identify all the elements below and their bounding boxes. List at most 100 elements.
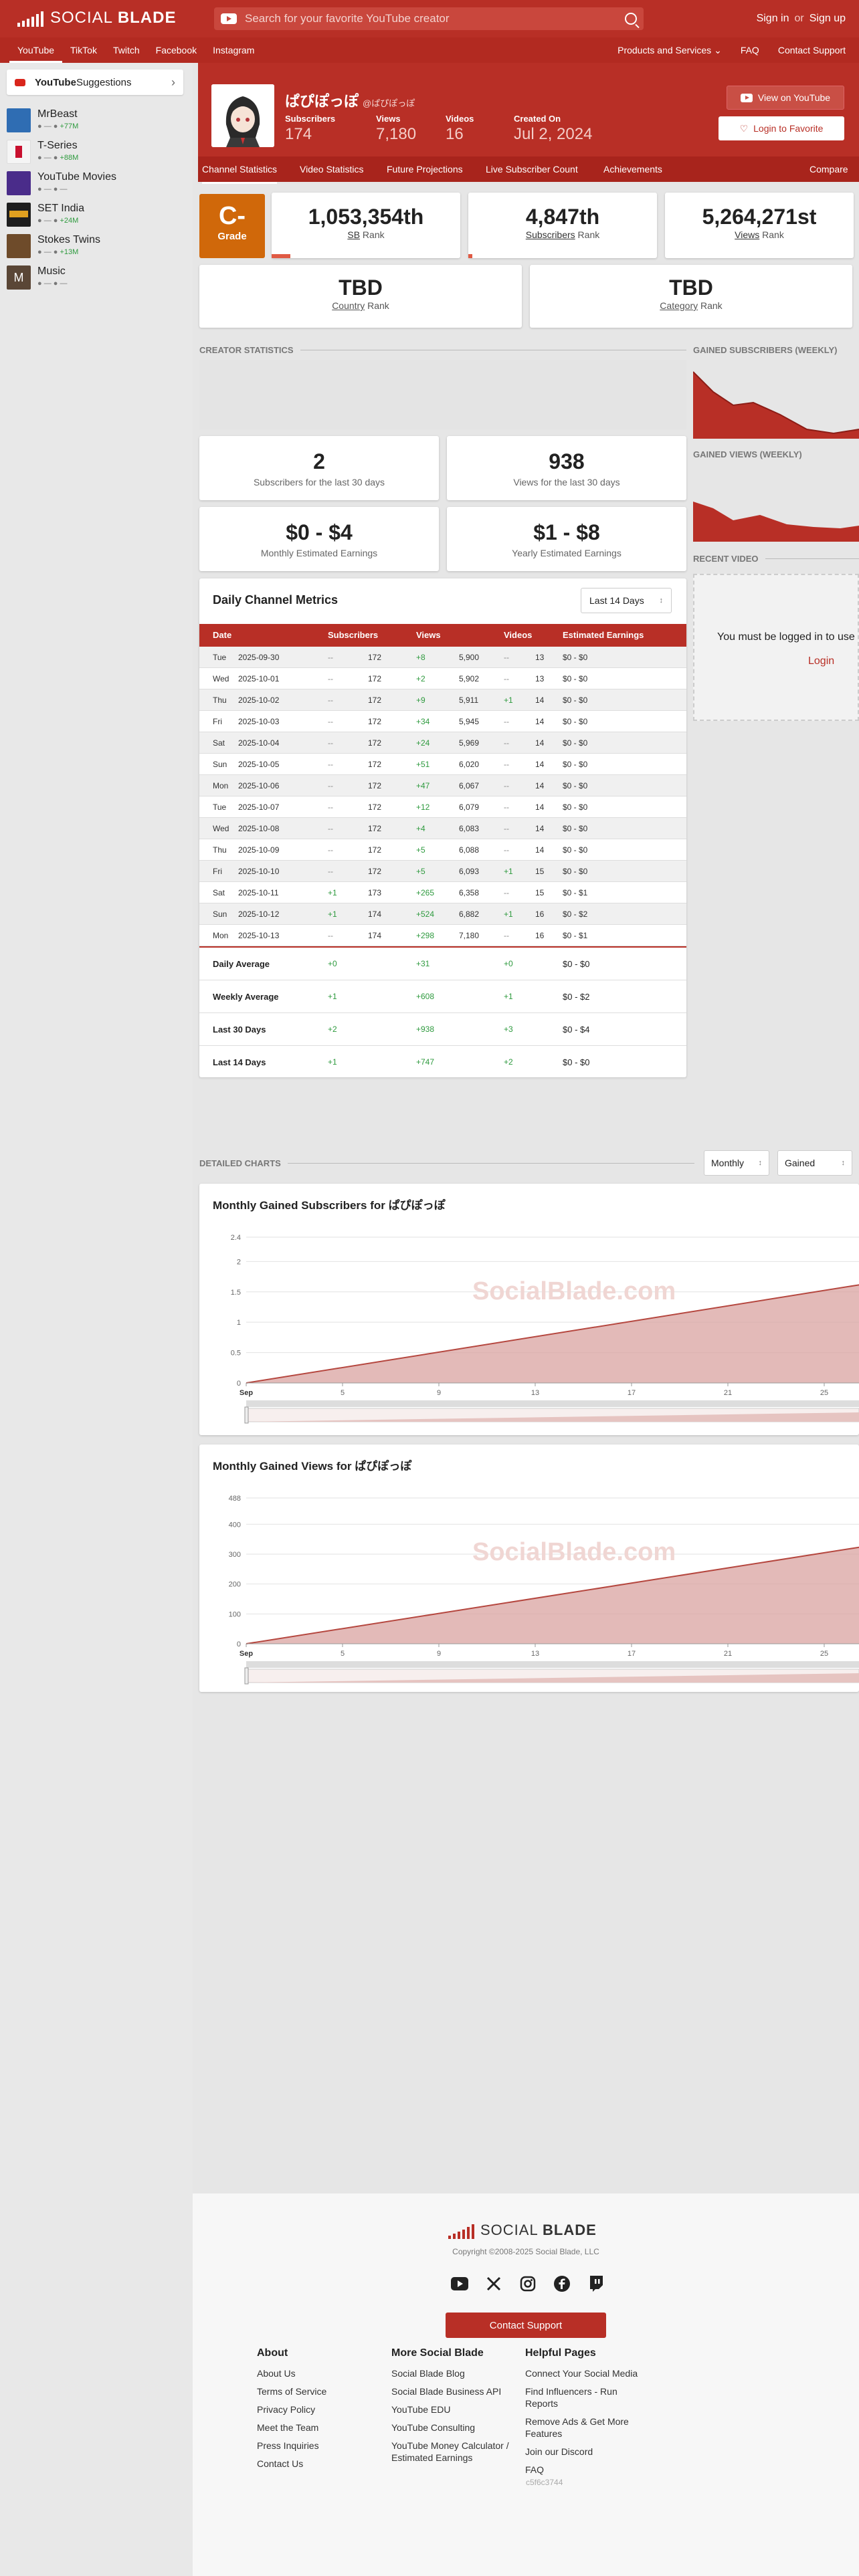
table-cell: $0 - $1 [563,931,588,940]
stat-subscribers: Subscribers 174 [285,114,336,143]
sidebar-item-mrbeast[interactable]: MrBeast ● — ● +77M [7,108,187,138]
sidebar-item-music[interactable]: M Music ● — ● — [7,265,187,295]
footer-link[interactable]: Find Influencers - Run Reports [525,2385,652,2409]
average-row: Weekly Average +1 +608 +1 $0 - $2 [199,980,686,1013]
footer-link[interactable]: FAQ [525,2464,652,2476]
nav-tiktok[interactable]: TikTok [62,37,105,63]
table-cell: 2025-10-04 [238,738,280,748]
table-header: Date Subscribers Views Videos Estimated … [199,624,686,647]
table-cell: 2025-10-07 [238,802,280,812]
stat-videos: Videos 16 [446,114,474,143]
search-input[interactable]: Search for your favorite YouTube creator [245,12,625,25]
footer-link[interactable]: YouTube EDU [391,2403,518,2416]
sidebar-item-youtube-movies[interactable]: YouTube Movies ● — ● — [7,171,187,201]
footer-link[interactable]: Contact Us [257,2458,384,2470]
view-on-youtube-button[interactable]: View on YouTube [727,86,844,110]
range-select[interactable]: Last 14 Days ↕ [581,588,672,613]
search-bar[interactable]: Search for your favorite YouTube creator [214,7,644,30]
footer-link[interactable]: Social Blade Blog [391,2367,518,2379]
nav-faq[interactable]: FAQ [741,37,759,63]
sign-up-link[interactable]: Sign up [809,13,846,25]
sidebar-item-meta: ● — ● +24M [37,217,79,225]
table-cell: 172 [368,867,382,876]
table-cell: -- [328,867,333,876]
tab-video-statistics[interactable]: Video Statistics [300,156,363,182]
table-cell: -- [328,781,333,790]
footer-link[interactable]: Social Blade Business API [391,2385,518,2397]
profile-header: ぱぴぽっぽ @ぱぴぽっぽ Subscribers 174 Views 7,180 Vi… [198,63,859,156]
footer-link[interactable]: Terms of Service [257,2385,384,2397]
y-tick-label: 488 [229,1495,241,1503]
y-tick-label: 0 [237,1380,241,1388]
table-cell: -- [328,717,333,726]
footer-link[interactable]: Press Inquiries [257,2440,384,2452]
footer-link[interactable]: YouTube Money Calculator / Estimated Ear… [391,2440,518,2464]
sidebar-item-t-series[interactable]: T-Series ● — ● +88M [7,140,187,169]
country-rank-card: TBD Country Rank [199,265,522,328]
mode-select[interactable]: Gained ↕ [777,1150,852,1176]
tab-live-subscriber-count[interactable]: Live Subscriber Count [486,156,578,182]
table-cell: 5,969 [459,738,480,748]
footer-link[interactable]: About Us [257,2367,384,2379]
compare-link[interactable]: Compare [809,156,848,182]
login-to-favorite-button[interactable]: ♡ Login to Favorite [719,116,844,140]
grade-badge: C- Grade [199,194,265,258]
nav-products[interactable]: Products and Services ⌄ [617,37,722,63]
footer-logo[interactable]: SOCIAL BLADE [448,2222,597,2239]
footer-link[interactable]: Connect Your Social Media [525,2367,652,2379]
daily-channel-metrics: Daily Channel Metrics Last 14 Days ↕ Date… [199,578,686,1079]
nav-youtube[interactable]: YouTube [9,37,63,63]
nav-twitch[interactable]: Twitch [105,37,148,63]
footer-link[interactable]: Privacy Policy [257,2403,384,2416]
table-cell: 13 [535,653,545,662]
tab-channel-statistics[interactable]: Channel Statistics [202,156,278,184]
footer-link[interactable]: YouTube Consulting [391,2422,518,2434]
suggestions-header[interactable]: YouTube Suggestions › [7,70,183,95]
table-cell: -- [504,717,509,726]
table-cell: -- [504,888,509,897]
table-cell: 2025-10-09 [238,845,280,855]
twitch-icon[interactable] [586,2274,606,2294]
table-cell: Sun [213,909,227,919]
logo[interactable]: SOCIAL BLADE [17,9,176,27]
nav-facebook[interactable]: Facebook [148,37,205,63]
table-cell: 14 [535,738,545,748]
table-cell: 13 [535,674,545,683]
sidebar-item-stokes-twins[interactable]: Stokes Twins ● — ● +13M [7,234,187,263]
table-cell: -- [328,695,333,705]
table-cell: Thu [213,695,227,705]
youtube-icon[interactable] [450,2274,470,2294]
table-cell: 2025-10-08 [238,824,280,833]
period-select[interactable]: Monthly ↕ [704,1150,769,1176]
footer-link[interactable]: Meet the Team [257,2422,384,2434]
table-cell: $0 - $0 [563,802,588,812]
footer-contact-button[interactable]: Contact Support [446,2313,606,2338]
table-cell: 2025-10-10 [238,867,280,876]
recent-video-panel: You must be logged in to use Login [693,574,859,721]
login-link[interactable]: Login [808,655,834,667]
x-tick-label: 9 [437,1650,441,1658]
table-cell: 172 [368,653,382,662]
nav-contact[interactable]: Contact Support [778,37,846,63]
search-icon[interactable] [625,13,637,25]
table-cell: +5 [416,845,425,855]
facebook-icon[interactable] [552,2274,572,2294]
table-cell: 172 [368,824,382,833]
average-cell: +2 [504,1057,513,1067]
nav-instagram[interactable]: Instagram [205,37,262,63]
table-cell: +4 [416,824,425,833]
avatar [7,171,31,195]
x-icon[interactable] [484,2274,504,2294]
instagram-icon[interactable] [518,2274,538,2294]
sign-in-link[interactable]: Sign in [757,13,789,25]
footer-link[interactable]: Remove Ads & Get More Features [525,2416,652,2440]
table-cell: 172 [368,717,382,726]
sidebar-item-set-india[interactable]: SET India ● — ● +24M [7,203,187,232]
col-videos: Videos [504,630,533,640]
table-row: Wed 2025-10-08 -- 172 +4 6,083 -- 14 $0 - $0 [199,818,686,839]
tab-future-projections[interactable]: Future Projections [387,156,463,182]
table-cell: -- [328,824,333,833]
tab-achievements[interactable]: Achievements [603,156,662,182]
footer-link[interactable]: Join our Discord [525,2446,652,2458]
table-cell: +47 [416,781,430,790]
